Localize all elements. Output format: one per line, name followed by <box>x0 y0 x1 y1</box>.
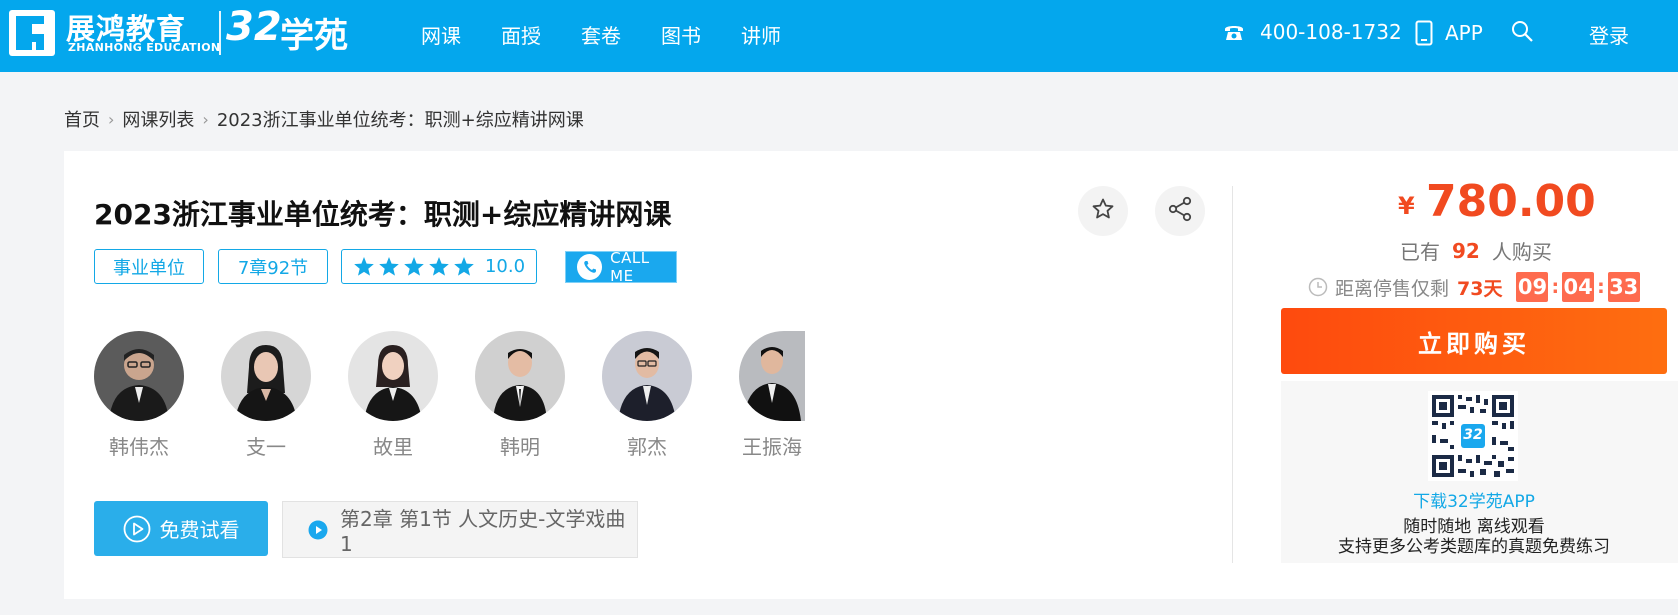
teacher-card[interactable]: 郭杰 <box>602 331 692 460</box>
play-circle-icon <box>123 515 151 543</box>
clock-icon <box>1308 277 1328 297</box>
call-me-label: CALL ME <box>610 249 650 285</box>
app-feature-practice: 支持更多公考类题库的真题免费练习 <box>1338 537 1610 557</box>
nav-books[interactable]: 图书 <box>661 20 701 49</box>
share-button[interactable] <box>1155 186 1205 236</box>
qr-badge: 32 <box>1463 427 1483 443</box>
colon: : <box>1551 276 1560 298</box>
current-lesson[interactable]: 第2章 第1节 人文历史-文学戏曲1 <box>282 501 638 558</box>
rating-stars-icon <box>353 256 477 278</box>
teacher-name: 故里 <box>373 435 413 459</box>
countdown-days: 73天 <box>1457 277 1503 300</box>
breadcrumb-home[interactable]: 首页 <box>64 106 100 132</box>
app-label: APP <box>1445 21 1483 45</box>
logo-icon[interactable] <box>9 10 55 56</box>
logo-32[interactable]: 32 <box>226 4 282 50</box>
nav-online-course[interactable]: 网课 <box>421 20 461 49</box>
star-outline-icon <box>1091 197 1115 225</box>
teacher-name: 王振海 <box>742 435 802 459</box>
nav-teachers[interactable]: 讲师 <box>741 20 781 49</box>
call-me-button[interactable]: CALL ME <box>565 249 677 285</box>
teacher-name: 韩明 <box>500 435 540 459</box>
login-link[interactable]: 登录 <box>1589 20 1629 49</box>
breadcrumb: 首页 › 网课列表 › 2023浙江事业单位统考：职测+综应精讲网课 <box>64 106 584 132</box>
divider <box>1232 186 1233 563</box>
chevron-right-icon: › <box>108 109 115 129</box>
countdown-seconds: 33 <box>1607 272 1640 302</box>
free-trial-label: 免费试看 <box>159 518 240 542</box>
teacher-avatar <box>94 331 184 421</box>
app-link[interactable]: APP <box>1415 20 1483 46</box>
phone-icon <box>1222 20 1246 44</box>
share-icon <box>1167 196 1193 226</box>
teacher-avatar <box>221 331 311 421</box>
free-trial-button[interactable]: 免费试看 <box>94 501 268 556</box>
price: 780.00 <box>1426 176 1596 227</box>
rating-value: 10.0 <box>484 256 526 277</box>
teacher-card[interactable]: 故里 <box>348 331 438 460</box>
qr-code: 32 <box>1428 391 1518 481</box>
teacher-name: 郭杰 <box>627 435 667 459</box>
top-header: 展鸿教育 ZHANHONG EDUCATION 32 学苑 网课 面授 套卷 图… <box>0 0 1678 72</box>
category-tag: 事业单位 <box>94 249 204 284</box>
phone-number: 400-108-1732 <box>1260 20 1402 44</box>
teacher-avatar <box>348 331 438 421</box>
rating-tag: 10.0 <box>341 249 537 284</box>
sale-countdown: 距离停售仅剩 73天 09 : 04 : 33 <box>1308 272 1640 302</box>
teacher-avatar <box>602 331 692 421</box>
mobile-icon <box>1415 20 1435 46</box>
logo-xueyuan[interactable]: 学苑 <box>280 8 348 57</box>
countdown-minutes: 04 <box>1562 272 1595 302</box>
colon: : <box>1597 276 1605 298</box>
current-lesson-title: 第2章 第1节 人文历史-文学戏曲1 <box>340 507 626 556</box>
breadcrumb-course-list[interactable]: 网课列表 <box>122 106 194 132</box>
buy-now-button[interactable]: 立即购买 <box>1281 308 1667 374</box>
logo-text-en: ZHANHONG EDUCATION <box>68 41 221 54</box>
nav-face-to-face[interactable]: 面授 <box>501 20 541 49</box>
currency-symbol: ¥ <box>1398 192 1415 220</box>
favorite-button[interactable] <box>1078 186 1128 236</box>
teacher-name: 支一 <box>246 435 286 459</box>
play-icon <box>308 520 328 540</box>
countdown-hours: 09 <box>1516 272 1549 302</box>
bought-count: 92 <box>1452 238 1480 263</box>
chevron-right-icon: › <box>202 109 209 129</box>
teacher-card[interactable]: 支一 <box>221 331 311 460</box>
purchase-count: 已有 92 人购买 <box>1400 236 1552 265</box>
course-title: 2023浙江事业单位统考：职测+综应精讲网课 <box>94 198 672 231</box>
teacher-card[interactable]: 王振海 <box>739 331 847 460</box>
bought-prefix: 已有 <box>1400 240 1440 264</box>
logo-divider <box>219 11 221 55</box>
breadcrumb-current: 2023浙江事业单位统考：职测+综应精讲网课 <box>216 110 584 131</box>
teacher-avatar <box>739 331 805 421</box>
teacher-avatar <box>475 331 565 421</box>
nav-test-papers[interactable]: 套卷 <box>581 20 621 49</box>
app-download-link[interactable]: 下载32学苑APP <box>1281 487 1667 512</box>
bought-suffix: 人购买 <box>1491 240 1552 264</box>
phone-contact[interactable]: 400-108-1732 <box>1222 20 1402 44</box>
teacher-card[interactable]: 韩明 <box>475 331 565 460</box>
phone-chat-icon <box>577 254 603 280</box>
chapters-tag: 7章92节 <box>218 249 328 284</box>
teacher-card[interactable]: 韩伟杰 <box>94 331 184 460</box>
teacher-name: 韩伟杰 <box>109 435 169 459</box>
countdown-label: 距离停售仅剩 <box>1335 277 1450 300</box>
search-button[interactable] <box>1510 19 1534 43</box>
search-icon <box>1510 19 1534 43</box>
